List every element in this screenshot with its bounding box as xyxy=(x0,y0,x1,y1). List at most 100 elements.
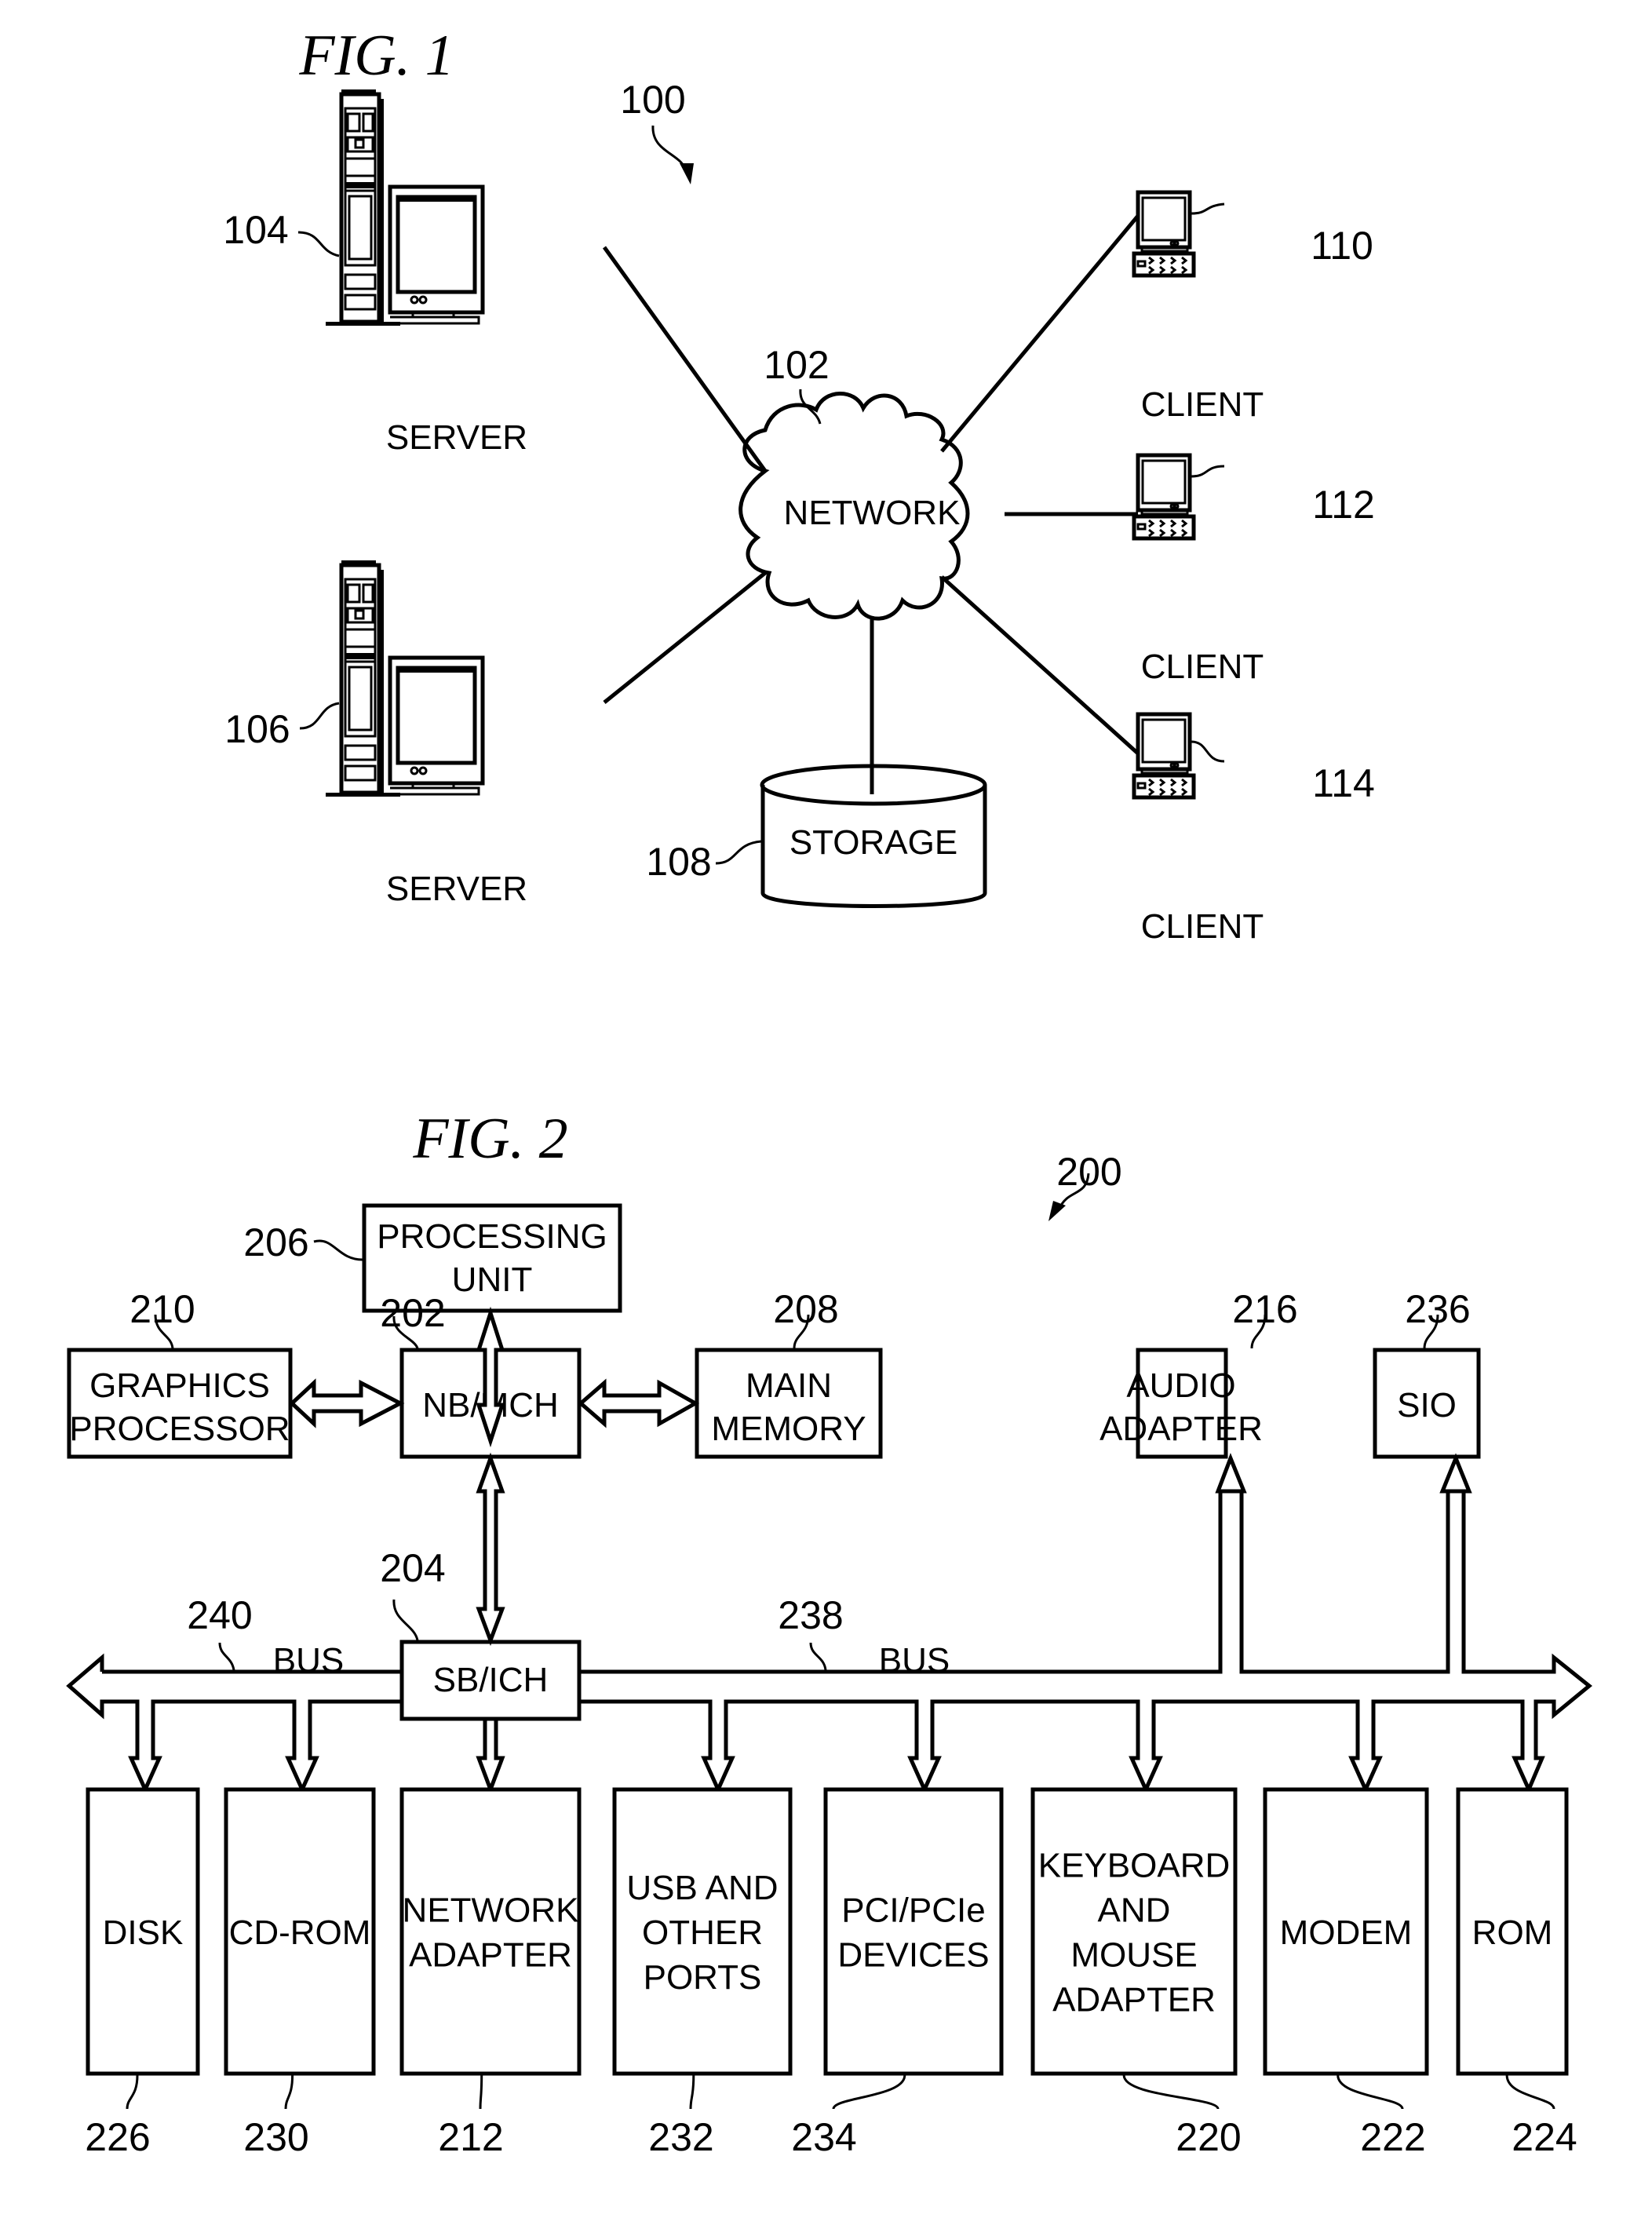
main-memory-line-2: MEMORY xyxy=(711,1410,866,1448)
graphics-line-1: GRAPHICS xyxy=(89,1366,270,1405)
processing-unit-line-1: PROCESSING xyxy=(377,1217,607,1256)
link-server-106 xyxy=(603,571,767,704)
device-leader xyxy=(479,2074,483,2110)
device-label-line: PORTS xyxy=(644,1958,762,1997)
server-106 xyxy=(326,560,483,797)
sb-ich-ref: 204 xyxy=(380,1546,445,1590)
sio-ref: 236 xyxy=(1405,1287,1470,1331)
storage-ref: 108 xyxy=(646,840,711,884)
device-label-line: NETWORK xyxy=(403,1892,579,1930)
device-leader xyxy=(284,2074,294,2110)
link-client-114 xyxy=(940,575,1140,755)
device-block-222: MODEM 222 xyxy=(1263,1787,1429,2159)
device-box xyxy=(399,1787,582,2076)
leader-110 xyxy=(1191,202,1225,215)
server-104 xyxy=(326,89,483,326)
main-memory-line-1: MAIN xyxy=(746,1366,832,1405)
bus-right-ref: 238 xyxy=(778,1593,843,1637)
leader-112 xyxy=(1191,465,1225,478)
fig2-title: FIG. 2 xyxy=(412,1107,567,1171)
audio-adapter-block: AUDIO ADAPTER xyxy=(1100,1348,1263,1459)
device-ref: 222 xyxy=(1360,2115,1425,2159)
leader-206 xyxy=(313,1239,363,1261)
device-ref: 226 xyxy=(85,2115,150,2159)
device-label-line: ROM xyxy=(1472,1913,1553,1952)
device-label-line: ADAPTER xyxy=(1052,1981,1216,2019)
device-block-220: KEYBOARD AND MOUSE ADAPTER 220 xyxy=(1030,1787,1242,2159)
link-server-104 xyxy=(602,246,768,472)
client-114 xyxy=(1134,714,1194,797)
device-label-line: OTHER xyxy=(642,1913,763,1952)
client-114-ref: 114 xyxy=(1312,761,1375,805)
device-ref: 234 xyxy=(791,2115,856,2159)
graphics-ref: 210 xyxy=(129,1287,195,1331)
network-ref: 102 xyxy=(764,343,829,387)
device-box xyxy=(1030,1787,1238,2076)
fig1-title: FIG. 1 xyxy=(298,24,454,88)
fig1-system-ref: 100 xyxy=(620,78,685,122)
sio-block: SIO xyxy=(1373,1348,1481,1459)
leader-114 xyxy=(1191,740,1225,763)
system-ref-arrowhead xyxy=(680,163,694,184)
server-106-label: SERVER xyxy=(386,870,527,908)
device-leader xyxy=(832,2074,906,2110)
leader-104 xyxy=(297,231,340,257)
device-blocks: DISK 226 CD-ROM 230 NETWORK ADAPTER 212 USB AND… xyxy=(85,1787,1577,2159)
link-client-110 xyxy=(940,214,1140,453)
client-112-label: CLIENT xyxy=(1141,648,1264,686)
device-ref: 232 xyxy=(648,2115,713,2159)
device-label-line: DISK xyxy=(103,1913,184,1952)
device-block-230: CD-ROM 230 xyxy=(224,1787,376,2159)
fig2-system-ref: 200 xyxy=(1056,1150,1121,1194)
client-112 xyxy=(1134,455,1194,538)
storage-label: STORAGE xyxy=(790,823,957,862)
sio-label: SIO xyxy=(1397,1386,1457,1425)
network-label: NETWORK xyxy=(784,494,961,532)
main-memory-block: MAIN MEMORY xyxy=(695,1348,883,1459)
server-104-ref: 104 xyxy=(223,208,288,252)
device-label-line: MOUSE xyxy=(1070,1936,1197,1975)
graphics-line-2: PROCESSOR xyxy=(69,1410,290,1448)
device-block-226: DISK 226 xyxy=(85,1787,200,2159)
arrow-nbmch-memory xyxy=(578,1378,700,1428)
device-leader xyxy=(1505,2074,1555,2110)
leader-106 xyxy=(299,702,340,730)
device-label-line: USB AND xyxy=(626,1869,778,1907)
device-block-224: ROM 224 xyxy=(1456,1787,1577,2159)
processing-unit-ref: 206 xyxy=(243,1220,308,1264)
arrow-graphics-nbmch xyxy=(289,1378,405,1428)
processing-unit-line-2: UNIT xyxy=(452,1260,533,1299)
client-114-label: CLIENT xyxy=(1141,907,1264,946)
device-leader xyxy=(689,2074,695,2110)
leader-204 xyxy=(392,1599,419,1641)
device-label-line: CD-ROM xyxy=(229,1913,371,1952)
device-box xyxy=(823,1787,1004,2076)
device-label-line: PCI/PCIe xyxy=(841,1892,985,1930)
arrow-nbmch-sbich xyxy=(476,1452,505,1647)
graphics-processor-block: GRAPHICS PROCESSOR xyxy=(67,1348,293,1459)
client-112-ref: 112 xyxy=(1312,483,1375,527)
leader-240 xyxy=(218,1642,235,1671)
device-leader xyxy=(1122,2074,1220,2110)
client-110-ref: 110 xyxy=(1311,224,1373,268)
server-104-label: SERVER xyxy=(386,418,527,457)
device-block-234: PCI/PCIe DEVICES 234 xyxy=(791,1787,1004,2159)
client-110-label: CLIENT xyxy=(1141,385,1264,424)
audio-line-1: AUDIO xyxy=(1126,1366,1235,1405)
device-ref: 224 xyxy=(1512,2115,1577,2159)
patent-drawing: FIG. 1 100 104 SERVER 106 SERVER NETWORK… xyxy=(66,24,1592,2159)
device-label-line: ADAPTER xyxy=(409,1936,572,1975)
device-ref: 230 xyxy=(243,2115,308,2159)
device-ref: 220 xyxy=(1176,2115,1241,2159)
device-leader xyxy=(1337,2074,1404,2110)
server-106-ref: 106 xyxy=(224,707,290,751)
device-label-line: DEVICES xyxy=(837,1936,989,1975)
bus-right-label: BUS xyxy=(879,1641,950,1680)
sb-ich-label: SB/ICH xyxy=(433,1661,549,1699)
bus-left-label: BUS xyxy=(273,1641,344,1680)
device-label-line: AND xyxy=(1098,1892,1171,1930)
nb-mch-ref: 202 xyxy=(380,1291,445,1335)
bus-left-ref: 240 xyxy=(187,1593,252,1637)
device-ref: 212 xyxy=(438,2115,503,2159)
device-block-212: NETWORK ADAPTER 212 xyxy=(399,1787,582,2159)
